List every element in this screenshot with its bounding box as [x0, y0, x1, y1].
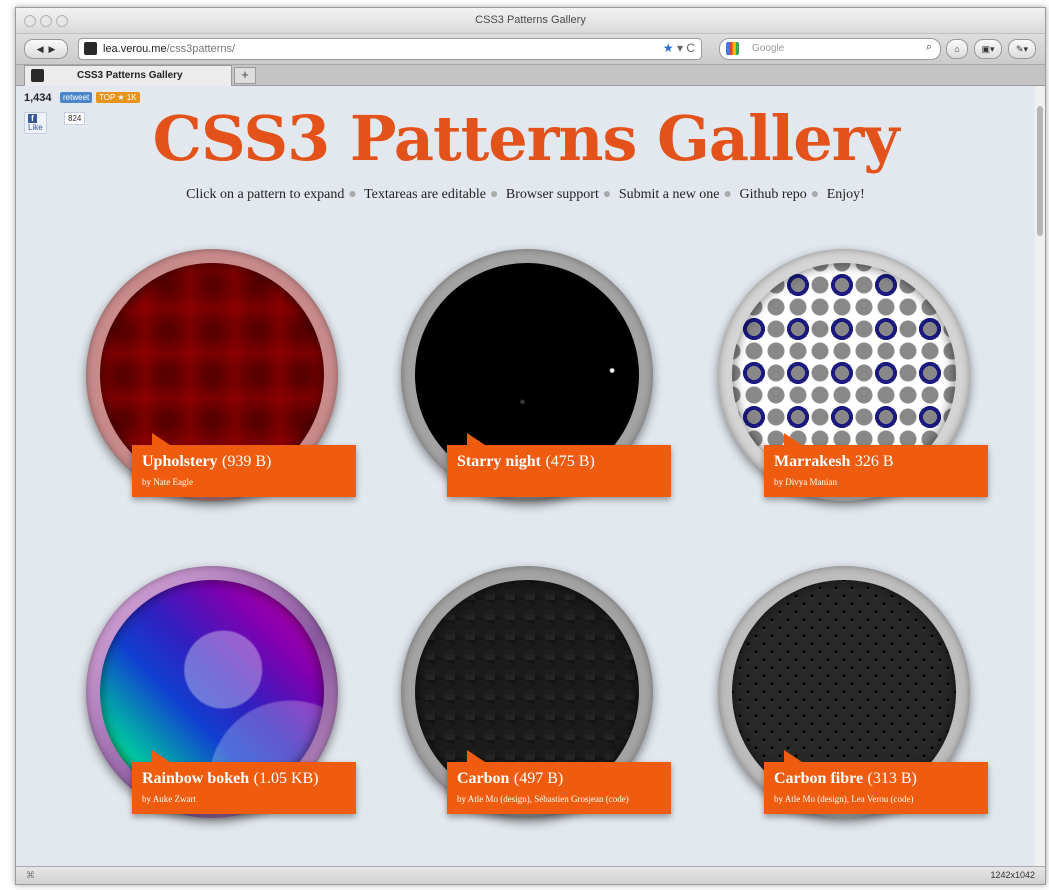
- reload-icon[interactable]: C: [686, 41, 695, 55]
- page-content: 1,434 retweet TOP ★ 1K fLike 824 CSS3 Pa…: [16, 86, 1045, 866]
- extension-button[interactable]: ✎▾: [1008, 39, 1036, 59]
- home-button[interactable]: ⌂: [946, 39, 968, 59]
- tab-label: CSS3 Patterns Gallery: [77, 70, 183, 81]
- magnifier-icon[interactable]: ⌕: [926, 41, 932, 54]
- nav-browser-support-link[interactable]: Browser support: [506, 187, 599, 202]
- pattern-size: (939 B): [222, 453, 272, 470]
- pattern-name: Upholstery: [142, 453, 218, 470]
- tab-favicon-icon: [31, 69, 44, 82]
- back-forward-buttons[interactable]: ◀ ▶: [24, 39, 68, 59]
- pattern-label[interactable]: Carbon (497 B) by Atle Mo (design), Séba…: [447, 750, 671, 814]
- pattern-size: (475 B): [545, 453, 595, 470]
- search-field[interactable]: Google ⌕: [719, 38, 941, 60]
- status-bar: ⌘ 1242x1042: [16, 866, 1045, 884]
- pattern-author: by Nate Eagle: [142, 477, 193, 487]
- nav-editable-hint: Textareas are editable: [364, 187, 486, 202]
- address-bar[interactable]: lea.verou.me/css3patterns/ ★ ▾ C: [78, 38, 702, 60]
- vertical-scrollbar[interactable]: [1035, 86, 1045, 866]
- pattern-author: by Auke Zwart: [142, 794, 196, 804]
- pattern-name: Carbon: [457, 770, 510, 787]
- bookmarks-button[interactable]: ▣▾: [974, 39, 1002, 59]
- navigation-toolbar: ◀ ▶ lea.verou.me/css3patterns/ ★ ▾ C Goo…: [16, 34, 1045, 65]
- pattern-label[interactable]: Marrakesh 326 B by Divya Manian: [764, 433, 988, 497]
- pattern-label[interactable]: Rainbow bokeh (1.05 KB) by Auke Zwart: [132, 750, 356, 814]
- window-size-readout: 1242x1042: [990, 870, 1035, 880]
- pattern-name: Rainbow bokeh: [142, 770, 250, 787]
- new-tab-button[interactable]: +: [234, 67, 256, 84]
- pattern-name: Starry night: [457, 453, 541, 470]
- pattern-size: (313 B): [867, 770, 917, 787]
- bookmark-star-icon[interactable]: ★: [663, 41, 674, 55]
- pattern-size: 326 B: [854, 453, 894, 470]
- url-domain: lea.verou.me: [103, 43, 167, 55]
- scrollbar-thumb[interactable]: [1037, 106, 1043, 236]
- google-search-engine-icon[interactable]: [726, 42, 739, 55]
- title-bar: CSS3 Patterns Gallery: [16, 8, 1045, 34]
- nav-github-link[interactable]: Github repo: [740, 187, 807, 202]
- pattern-size: (1.05 KB): [253, 770, 319, 787]
- search-placeholder: Google: [752, 43, 785, 54]
- url-path: /css3patterns/: [166, 43, 236, 55]
- pattern-label[interactable]: Starry night (475 B): [447, 433, 671, 497]
- nav-enjoy: Enjoy!: [826, 187, 865, 202]
- nav-submit-link[interactable]: Submit a new one: [619, 187, 720, 202]
- nav-expand-hint: Click on a pattern to expand: [186, 187, 345, 202]
- pattern-name: Marrakesh: [774, 453, 851, 470]
- site-favicon-icon: [84, 42, 97, 55]
- pattern-size: (497 B): [513, 770, 564, 787]
- bookmarks-icon: ▣▾: [981, 43, 995, 54]
- forward-arrow-icon[interactable]: ▶: [49, 44, 56, 55]
- extension-icon: ✎▾: [1015, 43, 1029, 54]
- home-icon: ⌂: [954, 44, 960, 54]
- pattern-author: by Atle Mo (design), Sébastien Grosjean …: [457, 794, 629, 804]
- back-arrow-icon[interactable]: ◀: [37, 44, 44, 55]
- page-title: CSS3 Patterns Gallery: [152, 102, 900, 175]
- status-left: ⌘: [26, 870, 35, 880]
- tab-bar: CSS3 Patterns Gallery +: [16, 65, 1045, 86]
- browser-window: CSS3 Patterns Gallery ◀ ▶ lea.verou.me/c…: [15, 7, 1046, 885]
- window-title: CSS3 Patterns Gallery: [475, 14, 586, 26]
- tab-css3-patterns[interactable]: CSS3 Patterns Gallery: [24, 65, 232, 86]
- subtitle-nav: Click on a pattern to expand ● Textareas …: [186, 187, 865, 202]
- pattern-label[interactable]: Upholstery (939 B) by Nate Eagle: [132, 433, 356, 497]
- pattern-name: Carbon fibre: [774, 770, 864, 787]
- pattern-label[interactable]: Carbon fibre (313 B) by Atle Mo (design)…: [764, 750, 988, 814]
- pattern-author: by Divya Manian: [774, 477, 837, 487]
- pattern-author: by Atle Mo (design), Lea Verou (code): [774, 794, 914, 804]
